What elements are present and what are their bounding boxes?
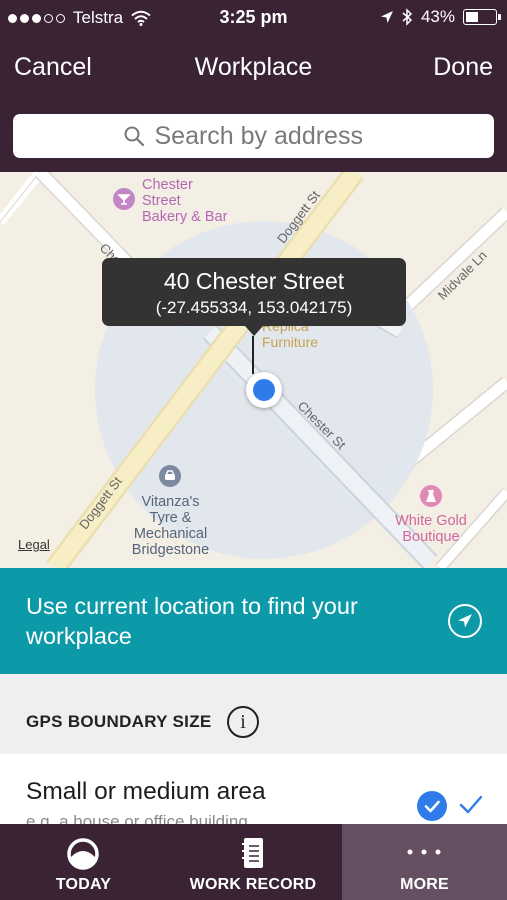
location-pin-icon[interactable] <box>246 372 282 408</box>
poi-name-line: Mechanical <box>133 526 208 542</box>
poi-name-line: Chester <box>142 177 193 193</box>
search-icon <box>124 126 144 147</box>
poi-name-line: Boutique <box>402 529 460 545</box>
location-arrow-icon <box>448 604 482 638</box>
bluetooth-icon <box>402 8 413 26</box>
done-button[interactable]: Done <box>433 53 493 82</box>
notebook-icon <box>242 838 263 868</box>
tab-work-record[interactable]: WORK RECORD <box>167 824 339 900</box>
tab-bar: TODAY WORK RECORD MORE <box>0 824 507 900</box>
poi-name-line: Bakery & Bar <box>142 209 228 225</box>
callout-address: 40 Chester Street <box>163 268 345 294</box>
cancel-button[interactable]: Cancel <box>14 53 92 82</box>
car-icon <box>159 465 181 487</box>
clock-ring-icon <box>67 838 99 870</box>
battery-icon <box>463 9 501 25</box>
tab-more[interactable]: MORE <box>342 824 507 900</box>
search-field[interactable] <box>13 114 494 158</box>
poi-name-line: Tyre & <box>149 510 192 526</box>
navigation-bar: Cancel Workplace Done <box>0 36 507 100</box>
search-bar <box>0 100 507 172</box>
poi-name-line: Furniture <box>262 334 319 350</box>
map-view[interactable]: Chester St Doggett St Doggett St Chester… <box>0 172 507 568</box>
use-current-location-button[interactable]: Use current location to find your workpl… <box>0 568 507 674</box>
location-services-icon <box>380 11 393 23</box>
poi-name-line: White Gold <box>395 513 467 529</box>
location-callout[interactable]: 40 Chester Street (-27.455334, 153.04217… <box>102 258 406 336</box>
boundary-option-small-medium[interactable]: Small or medium area e.g. a house or off… <box>0 754 507 824</box>
search-input[interactable] <box>154 121 385 151</box>
option-subtitle: e.g. a house or office building <box>26 812 248 824</box>
poi-name-line: Vitanza's <box>141 494 200 510</box>
tab-more-label: MORE <box>400 876 449 893</box>
callout-coordinates: (-27.455334, 153.042175) <box>155 298 353 317</box>
tab-today-label: TODAY <box>55 876 112 893</box>
clothing-icon <box>420 485 442 507</box>
poi-name-line: Street <box>142 193 181 209</box>
use-current-location-label: Use current location to find your workpl… <box>26 593 358 649</box>
more-dots-icon <box>407 849 441 855</box>
gps-boundary-title: GPS BOUNDARY SIZE <box>26 712 212 731</box>
cocktail-icon <box>113 188 135 210</box>
battery-percent: 43% <box>420 7 455 26</box>
gps-boundary-section-header: GPS BOUNDARY SIZE i <box>0 674 507 754</box>
info-icon[interactable]: i <box>227 706 259 738</box>
option-title: Small or medium area <box>26 778 266 805</box>
selected-check-icon <box>417 791 447 821</box>
pin-stem <box>252 336 254 374</box>
status-bar: Telstra 3:25 pm 43% <box>0 0 507 36</box>
checkmark-icon <box>459 795 483 814</box>
tab-work-record-label: WORK RECORD <box>189 876 317 893</box>
tab-today[interactable]: TODAY <box>0 824 167 900</box>
legal-link[interactable]: Legal <box>18 537 50 552</box>
poi-name-line: Bridgestone <box>131 542 210 558</box>
